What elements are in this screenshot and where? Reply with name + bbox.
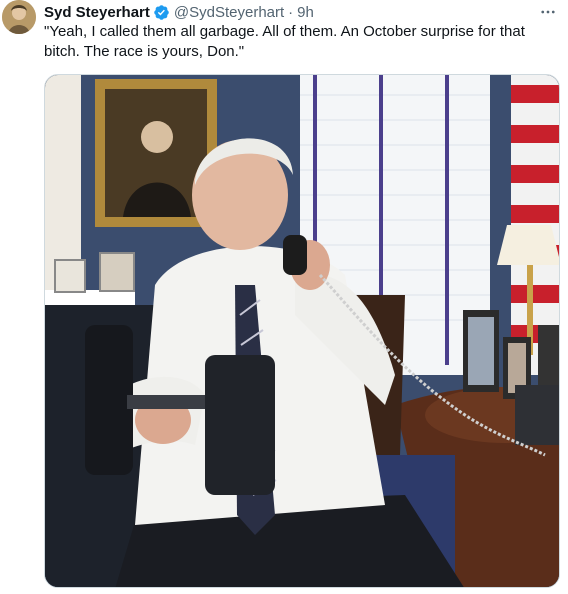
verified-badge-icon (153, 4, 170, 21)
tweet-media-photo[interactable] (44, 74, 560, 588)
tweet-timestamp[interactable]: 9h (297, 4, 314, 21)
more-horizontal-icon[interactable] (538, 2, 558, 22)
author-name[interactable]: Syd Steyerhart (44, 4, 150, 21)
tweet-header: Syd Steyerhart @SydSteyerhart · 9h (44, 2, 314, 22)
tweet-text: "Yeah, I called them all garbage. All of… (44, 23, 525, 60)
author-avatar[interactable] (2, 0, 36, 34)
author-handle[interactable]: @SydSteyerhart (174, 4, 284, 21)
separator-dot: · (288, 3, 294, 21)
